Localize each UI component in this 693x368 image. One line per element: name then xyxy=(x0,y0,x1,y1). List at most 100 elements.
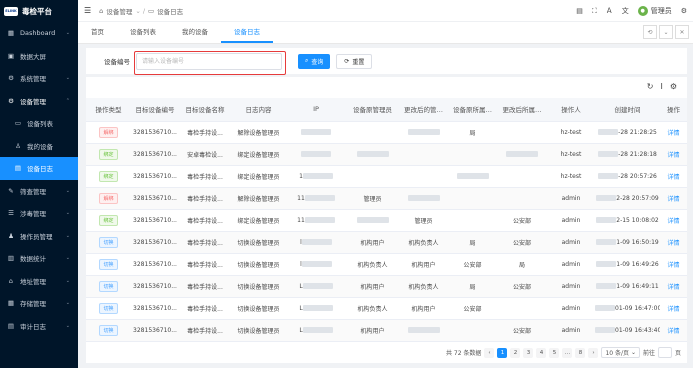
cell-old-org xyxy=(448,319,497,342)
refresh-tabs-icon[interactable]: ⟲ xyxy=(643,25,657,39)
detail-link[interactable]: 详情 xyxy=(667,284,679,291)
sidebar-item-address[interactable]: ⌂ 地址管理 ⌄ xyxy=(0,270,78,293)
detail-link[interactable]: 详情 xyxy=(667,328,679,335)
table-row[interactable]: 切换 3281536710... 毒检手持设... 切换设备管理员 l 机构用户 机构负责人… xyxy=(86,231,687,254)
table-row[interactable]: 切换 3281536710... 毒检手持设... 切换设备管理员 L 机构用户 公安部 ad… xyxy=(86,319,687,342)
sidebar-item-operator[interactable]: ♟ 操作员管理 ⌄ xyxy=(0,225,78,248)
sidebar-item-log[interactable]: ▤ 设备日志 xyxy=(0,157,78,180)
table-row[interactable]: 切换 3281536710... 毒检手持设... 切换设备管理员 L 机构负责人 机构用户… xyxy=(86,297,687,320)
fullscreen-icon[interactable]: ⛶ xyxy=(592,7,597,16)
table-row[interactable]: 解绑 3281536710... 毒检手持设... 解除设备管理员 11 管理员 admin… xyxy=(86,187,687,210)
next-page-button[interactable]: › xyxy=(588,347,599,358)
operation-type-tag: 切换 xyxy=(99,258,118,270)
cell-text: 毒检手持设... xyxy=(187,239,223,247)
table-row[interactable]: 绑定 3281536710... 毒检手持设... 绑定设备管理员 1 hz-test -2… xyxy=(86,165,687,188)
redacted-block xyxy=(598,129,619,135)
page-number[interactable]: 2 xyxy=(510,347,521,358)
cell-code: 3281536710... xyxy=(131,143,179,166)
settings-icon[interactable]: ⚙ xyxy=(670,82,677,91)
prev-page-button[interactable]: ‹ xyxy=(484,347,495,358)
table-row[interactable]: 解绑 3281536710... 毒检手持设... 解除设备管理员 局 hz-test -2… xyxy=(86,121,687,144)
tab-home[interactable]: 首页 xyxy=(78,22,117,43)
detail-link[interactable]: 详情 xyxy=(667,240,679,247)
sidebar-item-gear[interactable]: ⚙ 系统管理 ⌄ xyxy=(0,67,78,90)
close-tabs-icon[interactable]: ✕ xyxy=(675,25,689,39)
sidebar-item-list[interactable]: ▭ 设备列表 xyxy=(0,112,78,135)
page-number[interactable]: 8 xyxy=(575,347,586,358)
cell-content: 解除设备管理员 xyxy=(231,187,286,210)
redacted-block xyxy=(598,173,619,179)
breadcrumb-item-device-mgmt[interactable]: 设备管理 xyxy=(106,6,132,16)
cell-text: 切换设备管理员 xyxy=(237,261,280,269)
chevron-down-icon: ⌄ xyxy=(65,322,70,329)
sidebar-item-user-device[interactable]: ♙ 我的设备 xyxy=(0,135,78,158)
search-icon: ⌕ xyxy=(305,57,309,64)
cell-operator: admin xyxy=(547,297,595,320)
tab-my-devices[interactable]: 我的设备 xyxy=(169,22,221,43)
cell-content: 切换设备管理员 xyxy=(231,253,286,276)
detail-link[interactable]: 详情 xyxy=(667,174,679,181)
page-suffix: 页 xyxy=(674,350,681,357)
logo-badge: ELINK xyxy=(4,6,18,16)
sidebar-item-storage[interactable]: ▦ 存储管理 ⌄ xyxy=(0,292,78,315)
cell-text: 3281536710... xyxy=(133,194,177,202)
page-ellipsis[interactable]: … xyxy=(562,347,573,358)
table-row[interactable]: 绑定 3281536710... 安卓毒检设... 绑定设备管理员 hz-test -28… xyxy=(86,143,687,166)
cell-text: 11 xyxy=(297,216,305,224)
sidebar-item-stats[interactable]: ▥ 数据统计 ⌄ xyxy=(0,247,78,270)
detail-link[interactable]: 详情 xyxy=(667,196,679,203)
cell-code: 3281536710... xyxy=(131,253,179,276)
page-number[interactable]: 3 xyxy=(523,347,534,358)
cell-new-admin xyxy=(399,143,448,166)
sidebar-item-audit[interactable]: ▤ 审计日志 ⌄ xyxy=(0,315,78,338)
goto-page-input[interactable] xyxy=(657,347,672,358)
detail-link[interactable]: 详情 xyxy=(667,262,679,269)
cell-action: 详情 xyxy=(660,275,687,298)
font-size-icon[interactable]: Ａ xyxy=(606,6,613,16)
search-button[interactable]: ⌕ 查询 xyxy=(298,53,331,69)
cell-text: 局 xyxy=(518,261,525,269)
settings-icon[interactable]: ⚙ xyxy=(681,7,687,15)
cell-text: 机构用户 xyxy=(360,327,385,335)
cell-content: 解除设备管理员 xyxy=(231,121,286,144)
cell-code: 3281536710... xyxy=(131,231,179,254)
sidebar-item-dashboard[interactable]: ▦ Dashboard ⌄ xyxy=(0,22,78,45)
column-height-icon[interactable]: Ⅰ xyxy=(660,82,662,91)
sidebar-item-menu[interactable]: ☰ 涉毒管理 ⌄ xyxy=(0,202,78,225)
page-size-select[interactable]: 10 条/页 ⌄ xyxy=(601,347,640,358)
redacted-block xyxy=(596,195,617,201)
page-number[interactable]: 4 xyxy=(536,347,547,358)
cell-ip: L xyxy=(286,297,346,320)
cell-time: 1-09 16:49:26 xyxy=(595,253,660,276)
user-menu[interactable]: ● 管理员 xyxy=(637,6,672,16)
detail-link[interactable]: 详情 xyxy=(667,130,679,137)
table-row[interactable]: 切换 3281536710... 毒检手持设... 切换设备管理员 L 机构用户 机构负责人… xyxy=(86,275,687,298)
reset-button[interactable]: ⟳ 重置 xyxy=(336,53,373,69)
cell-new-org: 公安部 xyxy=(497,209,547,232)
column-header: 操作人 xyxy=(547,98,595,122)
detail-link[interactable]: 详情 xyxy=(667,152,679,159)
redacted-block xyxy=(407,129,440,135)
chevron-down-icon[interactable]: ⌄ xyxy=(659,25,673,39)
redacted-block xyxy=(301,129,331,135)
home-icon[interactable]: ⌂ xyxy=(99,7,103,15)
tab-device-log[interactable]: 设备日志 xyxy=(221,22,273,43)
cell-new-admin: 机构负责人 xyxy=(399,231,448,254)
sidebar-item-filter[interactable]: ✎ 筛查管理 ⌄ xyxy=(0,180,78,203)
refresh-icon[interactable]: ↻ xyxy=(647,82,654,91)
hamburger-menu-icon[interactable]: ☰ xyxy=(84,6,91,15)
sidebar-item-device[interactable]: ⚙ 设备管理 ⌃ xyxy=(0,90,78,113)
table-row[interactable]: 绑定 3281536710... 毒检手持设... 绑定设备管理员 11 管理员 公安部 ad… xyxy=(86,209,687,232)
page-number[interactable]: 5 xyxy=(549,347,560,358)
cell-action: 详情 xyxy=(660,187,687,210)
document-icon[interactable]: ▤ xyxy=(576,7,583,15)
translate-icon[interactable]: 文 xyxy=(622,6,629,16)
page-number[interactable]: 1 xyxy=(497,347,508,358)
chevron-down-icon: ⌄ xyxy=(65,75,70,82)
detail-link[interactable]: 详情 xyxy=(667,306,679,313)
app-logo[interactable]: ELINK 毒检平台 xyxy=(0,0,78,22)
sidebar-item-screen[interactable]: ▣ 数据大屏 xyxy=(0,45,78,68)
detail-link[interactable]: 详情 xyxy=(667,218,679,225)
tab-device-list[interactable]: 设备列表 xyxy=(117,22,169,43)
table-row[interactable]: 切换 3281536710... 毒检手持设... 切换设备管理员 l 机构负责人 机构用户… xyxy=(86,253,687,276)
